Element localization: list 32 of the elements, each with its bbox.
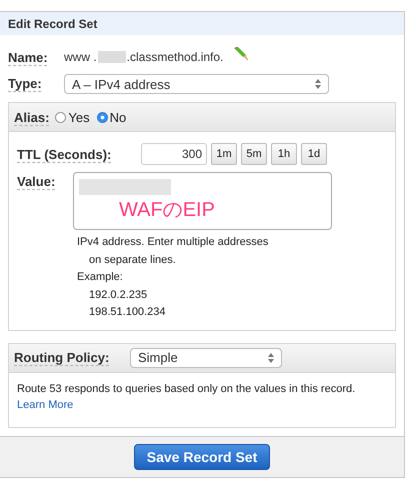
save-record-set-button[interactable]: Save Record Set (134, 444, 270, 470)
ttl-preset-button[interactable]: 5m (241, 143, 267, 165)
help-text: Example: (77, 270, 124, 285)
pencil-icon[interactable] (233, 47, 250, 61)
radio-label[interactable]: Yes (68, 110, 90, 124)
name-label: Name: (8, 50, 49, 64)
radio-button[interactable] (96, 112, 108, 122)
panel-title: Edit Record Set (8, 16, 98, 30)
radio-button[interactable] (55, 112, 66, 122)
routing-description: Route 53 responds to queries based only on the values in this record. Learn More (17, 382, 356, 412)
value-label: Value: (17, 174, 56, 189)
help-text: 198.51.100.234 (88, 305, 166, 320)
record-name-prefix: www . (64, 50, 97, 64)
help-text: 192.0.2.235 (88, 288, 148, 302)
annotation-text: WAFのEIP (119, 199, 216, 221)
stepper-arrows-icon (315, 79, 321, 89)
record-name-suffix: .classmethod.info. (126, 50, 224, 64)
help-text: on separate lines. (88, 252, 177, 268)
ttl-preset-button[interactable]: 1h (271, 143, 297, 165)
routing-policy-label: Routing Policy: (14, 350, 110, 365)
learn-more-link[interactable]: Learn More (17, 398, 74, 410)
radio-label[interactable]: No (110, 110, 126, 124)
ttl-preset-button[interactable]: 1d (301, 143, 327, 165)
ttl-input[interactable]: 300 (141, 143, 207, 165)
help-text: IPv4 address. Enter multiple addresses (77, 235, 270, 250)
type-label: Type: (8, 76, 43, 90)
type-select[interactable]: A – IPv4 address (64, 74, 329, 94)
ttl-preset-button[interactable]: 1m (211, 143, 237, 165)
routing-policy-select[interactable]: Simple (130, 348, 282, 368)
stepper-arrows-icon (268, 352, 274, 362)
alias-label: Alias: (14, 110, 50, 124)
ttl-label: TTL (Seconds): (17, 146, 112, 162)
